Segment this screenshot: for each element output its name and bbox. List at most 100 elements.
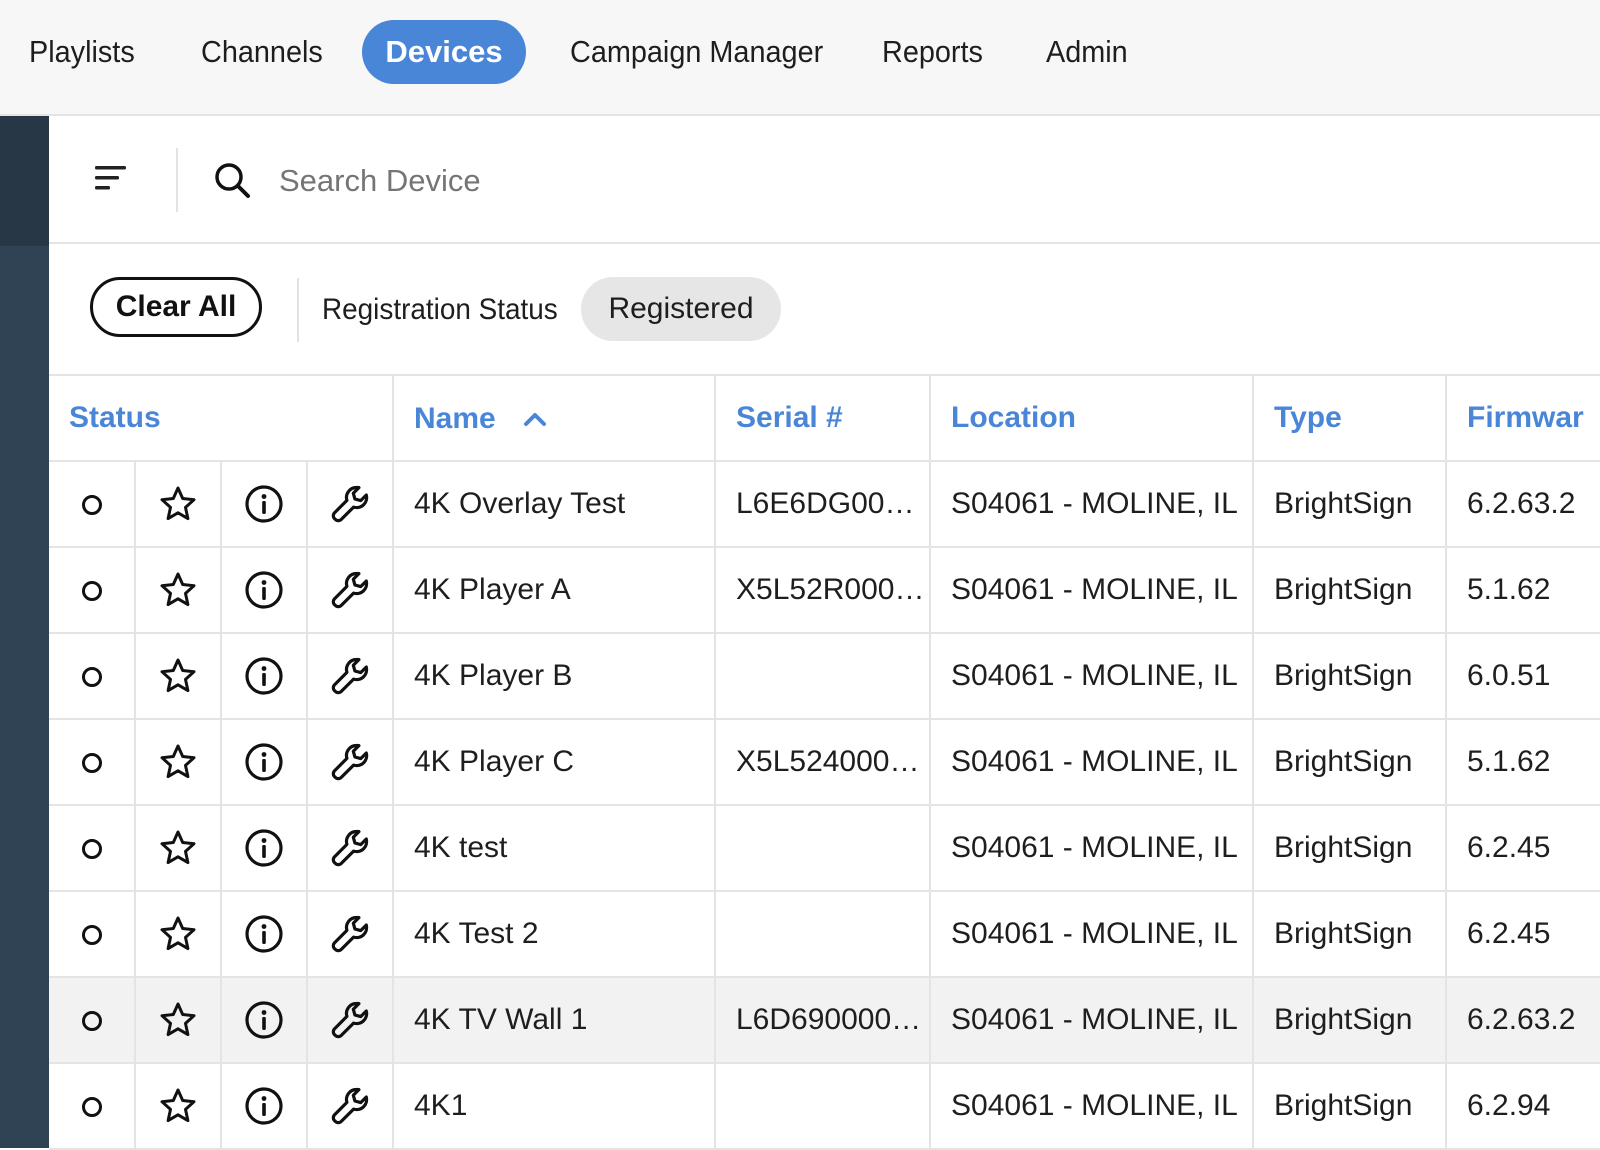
type-cell: BrightSign	[1253, 977, 1447, 1064]
column-header-status[interactable]: Status	[49, 376, 394, 462]
star-icon[interactable]	[159, 657, 197, 695]
clear-all-button[interactable]: Clear All	[90, 277, 262, 337]
star-icon[interactable]	[159, 829, 197, 867]
star-icon[interactable]	[159, 915, 197, 953]
location-cell: S04061 - MOLINE, IL	[930, 891, 1254, 978]
status-cell	[49, 719, 136, 806]
favorite-cell	[135, 891, 222, 978]
filter-chip-registered[interactable]: Registered	[581, 277, 781, 341]
serial-cell	[715, 891, 931, 978]
serial-cell: X5L52R000…	[715, 547, 931, 634]
filter-group-label: Registration Status	[322, 293, 558, 326]
device-name-cell[interactable]: 4K Overlay Test	[393, 461, 716, 548]
wrench-icon[interactable]	[329, 483, 371, 525]
search-input[interactable]	[277, 152, 981, 210]
search-icon	[215, 163, 250, 198]
location-cell: S04061 - MOLINE, IL	[930, 719, 1254, 806]
info-cell	[221, 977, 308, 1064]
device-name-cell[interactable]: 4K test	[393, 805, 716, 892]
tab-reports[interactable]: Reports	[882, 20, 983, 84]
favorite-cell	[135, 461, 222, 548]
tab-admin[interactable]: Admin	[1046, 20, 1128, 84]
type-cell: BrightSign	[1253, 719, 1447, 806]
devices-table: Status Name Serial # Location Type Firmw…	[49, 374, 1600, 1150]
favorite-cell	[135, 1063, 222, 1150]
table-row[interactable]: 4K Player B S04061 - MOLINE, IL BrightSi…	[49, 633, 1600, 720]
type-cell: BrightSign	[1253, 547, 1447, 634]
table-row[interactable]: 4K Player C X5L524000… S04061 - MOLINE, …	[49, 719, 1600, 806]
type-cell: BrightSign	[1253, 805, 1447, 892]
info-icon[interactable]	[244, 914, 284, 954]
wrench-icon[interactable]	[329, 913, 371, 955]
column-header-firmware[interactable]: Firmwar	[1446, 376, 1600, 462]
star-icon[interactable]	[159, 1087, 197, 1125]
status-circle-icon	[81, 581, 102, 602]
firmware-cell: 6.2.63.2	[1446, 461, 1600, 548]
table-row[interactable]: 4K1 S04061 - MOLINE, IL BrightSign 6.2.9…	[49, 1063, 1600, 1150]
favorite-cell	[135, 977, 222, 1064]
column-header-serial[interactable]: Serial #	[715, 376, 931, 462]
status-cell	[49, 1063, 136, 1150]
star-icon[interactable]	[159, 485, 197, 523]
wrench-icon[interactable]	[329, 1085, 371, 1127]
table-row[interactable]: 4K Test 2 S04061 - MOLINE, IL BrightSign…	[49, 891, 1600, 978]
column-header-type[interactable]: Type	[1253, 376, 1447, 462]
type-cell: BrightSign	[1253, 461, 1447, 548]
firmware-cell: 6.2.45	[1446, 891, 1600, 978]
search-divider	[176, 148, 178, 212]
column-header-location[interactable]: Location	[930, 376, 1254, 462]
info-icon[interactable]	[244, 1000, 284, 1040]
wrench-icon[interactable]	[329, 569, 371, 611]
search-bar	[49, 116, 1600, 244]
tab-playlists[interactable]: Playlists	[29, 20, 135, 84]
settings-cell	[307, 1063, 394, 1150]
info-icon[interactable]	[244, 656, 284, 696]
status-cell	[49, 461, 136, 548]
type-cell: BrightSign	[1253, 891, 1447, 978]
filter-icon[interactable]	[93, 162, 129, 196]
serial-cell: L6E6DG001…	[715, 461, 931, 548]
type-cell: BrightSign	[1253, 633, 1447, 720]
status-circle-icon	[81, 925, 102, 946]
tab-devices[interactable]: Devices	[362, 20, 526, 84]
table-body: 4K Overlay Test L6E6DG001… S04061 - MOLI…	[49, 461, 1600, 1150]
table-row[interactable]: 4K TV Wall 1 L6D690000… S04061 - MOLINE,…	[49, 977, 1600, 1064]
status-cell	[49, 977, 136, 1064]
status-cell	[49, 891, 136, 978]
star-icon[interactable]	[159, 743, 197, 781]
wrench-icon[interactable]	[329, 827, 371, 869]
info-icon[interactable]	[244, 828, 284, 868]
star-icon[interactable]	[159, 571, 197, 609]
firmware-cell: 6.2.45	[1446, 805, 1600, 892]
device-name-cell[interactable]: 4K Test 2	[393, 891, 716, 978]
wrench-icon[interactable]	[329, 999, 371, 1041]
info-icon[interactable]	[244, 742, 284, 782]
favorite-cell	[135, 719, 222, 806]
tab-campaign-manager[interactable]: Campaign Manager	[570, 20, 823, 84]
favorite-cell	[135, 547, 222, 634]
table-row[interactable]: 4K test S04061 - MOLINE, IL BrightSign 6…	[49, 805, 1600, 892]
star-icon[interactable]	[159, 1001, 197, 1039]
info-icon[interactable]	[244, 570, 284, 610]
device-name-cell[interactable]: 4K Player C	[393, 719, 716, 806]
favorite-cell	[135, 633, 222, 720]
column-header-name[interactable]: Name	[393, 376, 716, 462]
settings-cell	[307, 805, 394, 892]
location-cell: S04061 - MOLINE, IL	[930, 633, 1254, 720]
table-row[interactable]: 4K Overlay Test L6E6DG001… S04061 - MOLI…	[49, 461, 1600, 548]
device-name-cell[interactable]: 4K Player B	[393, 633, 716, 720]
info-icon[interactable]	[244, 1086, 284, 1126]
device-name-cell[interactable]: 4K1	[393, 1063, 716, 1150]
device-name-cell[interactable]: 4K Player A	[393, 547, 716, 634]
settings-cell	[307, 633, 394, 720]
column-header-name-label: Name	[414, 401, 496, 435]
table-row[interactable]: 4K Player A X5L52R000… S04061 - MOLINE, …	[49, 547, 1600, 634]
device-name-cell[interactable]: 4K TV Wall 1	[393, 977, 716, 1064]
location-cell: S04061 - MOLINE, IL	[930, 547, 1254, 634]
wrench-icon[interactable]	[329, 655, 371, 697]
tab-channels[interactable]: Channels	[201, 20, 323, 84]
info-cell	[221, 633, 308, 720]
filter-chips: Clear All Registration Status Registered	[49, 244, 1600, 374]
info-icon[interactable]	[244, 484, 284, 524]
wrench-icon[interactable]	[329, 741, 371, 783]
